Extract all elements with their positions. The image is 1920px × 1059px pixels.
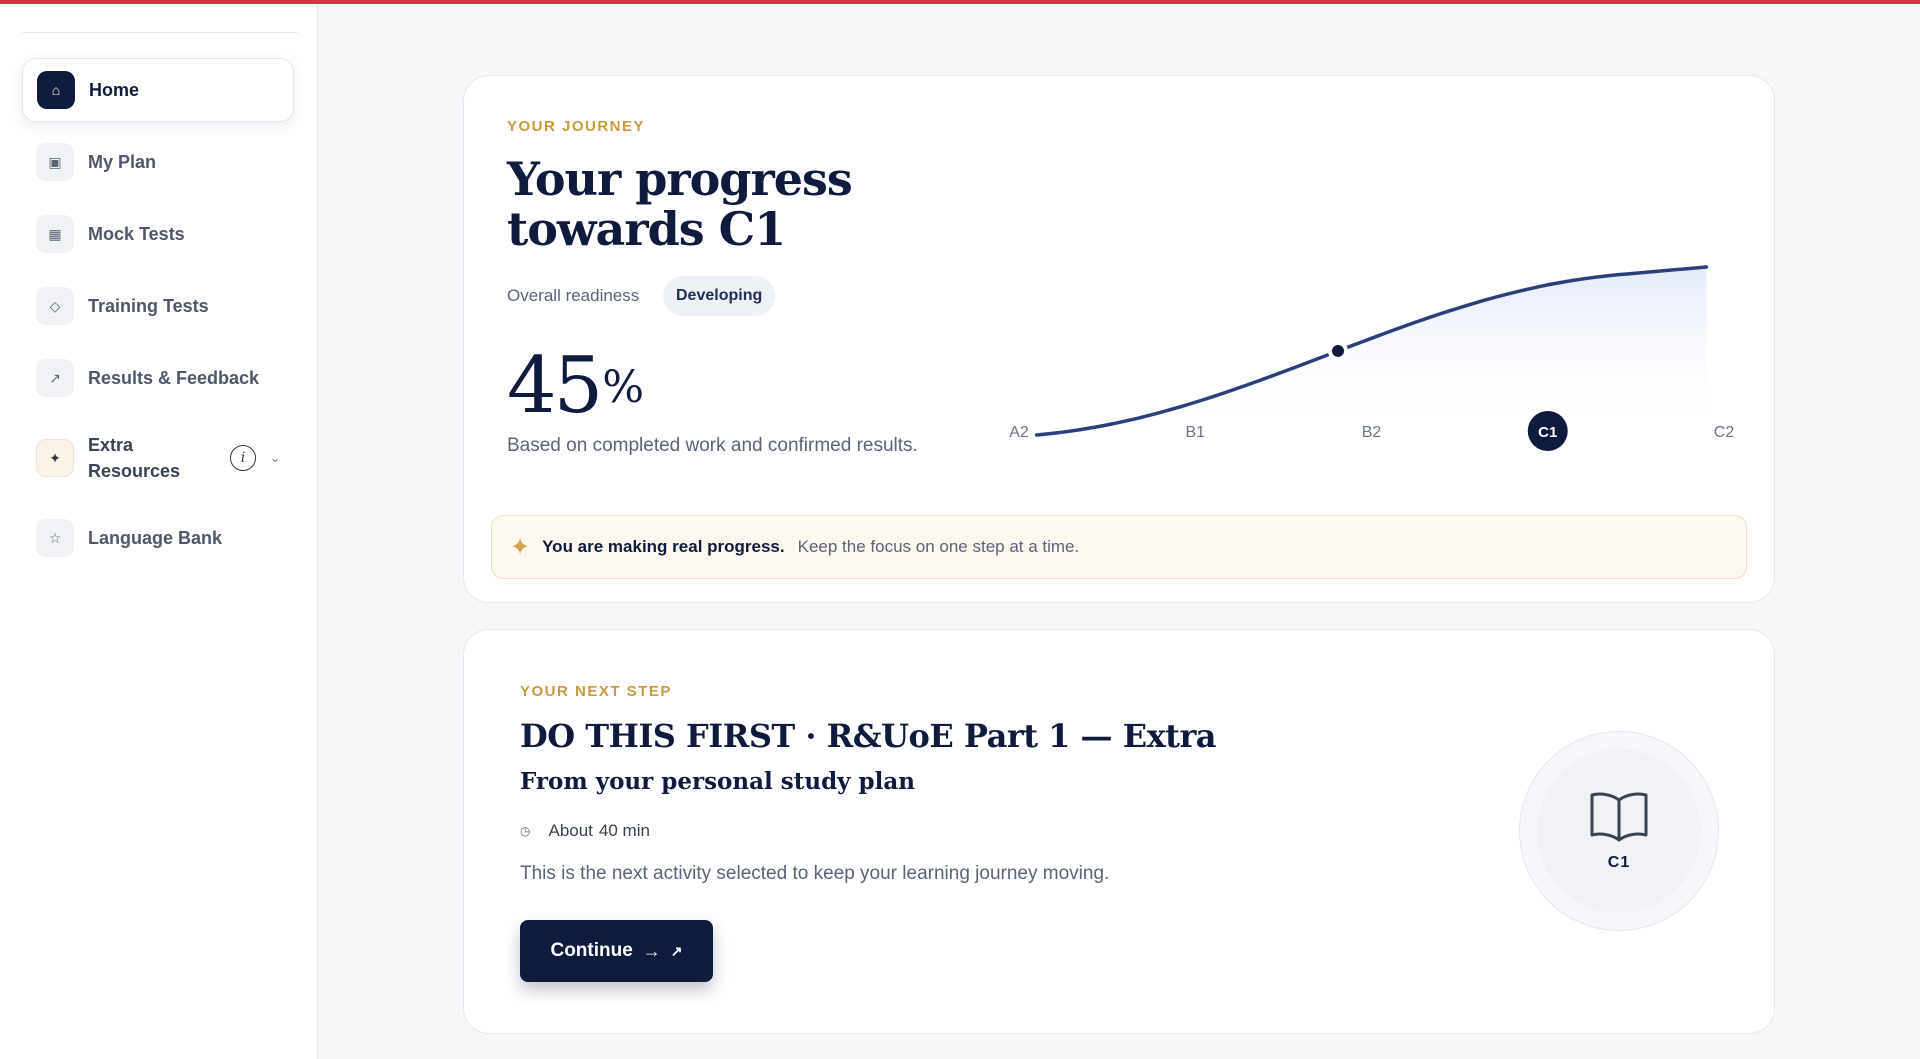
sidebar-item-mock-tests[interactable]: ▦ Mock Tests bbox=[22, 202, 294, 266]
clock-icon: ◷ bbox=[520, 824, 531, 838]
next-step-title: DO THIS FIRST · R&UoE Part 1 — Extra bbox=[520, 717, 1217, 755]
diamond-icon: ◇ bbox=[36, 287, 74, 325]
info-icon[interactable]: i bbox=[229, 445, 256, 471]
sidebar-item-label: Language Bank bbox=[88, 527, 223, 548]
level-badge-label: C1 bbox=[1607, 854, 1631, 871]
sidebar-item-label: Home bbox=[89, 79, 140, 100]
sidebar-item-results-feedback[interactable]: ↗ Results & Feedback bbox=[22, 346, 294, 410]
level-tick-c1: C1 bbox=[1538, 424, 1557, 441]
sidebar-item-label: My Plan bbox=[88, 151, 157, 172]
readiness-label: Overall readiness bbox=[507, 286, 640, 305]
sidebar-item-label: Results & Feedback bbox=[88, 367, 260, 388]
chart-current-marker bbox=[1328, 340, 1349, 361]
journey-eyebrow: YOUR JOURNEY bbox=[507, 118, 646, 135]
sidebar-item-label: Mock Tests bbox=[88, 223, 185, 244]
journey-title: Your progress towards C1 bbox=[507, 152, 853, 256]
plan-icon: ▣ bbox=[36, 143, 74, 181]
percent-sign: % bbox=[602, 362, 645, 413]
level-badge-circle: C1 bbox=[1519, 731, 1719, 931]
sidebar-item-label: Extra Resources bbox=[88, 435, 181, 481]
duration: ◷ About 40 min bbox=[520, 821, 650, 841]
chart-area-fill bbox=[1036, 267, 1707, 436]
sidebar-item-label: Training Tests bbox=[88, 295, 209, 316]
level-tick-b1: B1 bbox=[1185, 424, 1205, 441]
readiness-note: Based on completed work and confirmed re… bbox=[507, 435, 918, 456]
readiness-badge: Developing bbox=[663, 276, 776, 316]
progress-chart: A2 B1 B2 C1 C2 bbox=[1009, 265, 1735, 451]
level-tick-a2: A2 bbox=[1009, 424, 1029, 441]
readiness-percent: 45 % bbox=[507, 344, 644, 428]
banner-strong-text: You are making real progress. bbox=[542, 537, 785, 556]
level-badge-inner: C1 bbox=[1537, 749, 1701, 913]
percent-value: 45 bbox=[507, 341, 603, 431]
continue-button[interactable]: Continue → ↗ bbox=[520, 920, 713, 982]
book-icon bbox=[1590, 792, 1648, 842]
next-step-card: YOUR NEXT STEP DO THIS FIRST · R&UoE Par… bbox=[463, 629, 1775, 1034]
external-link-icon: ↗ bbox=[670, 942, 683, 959]
journey-card: YOUR JOURNEY Your progress towards C1 Ov… bbox=[463, 75, 1775, 603]
sidebar-nav: ⌂ Home ▣ My Plan ▦ Mock Tests ◇ Training… bbox=[22, 58, 294, 578]
sidebar-item-extra-resources[interactable]: ✦ Extra Resources i ⌄ bbox=[22, 418, 294, 498]
level-tick-b2: B2 bbox=[1362, 424, 1382, 441]
duration-label: About bbox=[548, 821, 593, 840]
sidebar-item-training-tests[interactable]: ◇ Training Tests bbox=[22, 274, 294, 338]
star-icon: ☆ bbox=[36, 519, 74, 557]
next-step-description: This is the next activity selected to ke… bbox=[520, 863, 1110, 884]
sidebar-divider bbox=[22, 32, 298, 33]
level-tick-c2: C2 bbox=[1714, 424, 1735, 441]
sparkle-icon: ✦ bbox=[36, 439, 74, 477]
next-step-eyebrow: YOUR NEXT STEP bbox=[520, 683, 672, 700]
sidebar-item-my-plan[interactable]: ▣ My Plan bbox=[22, 130, 294, 194]
sparkle-icon: ✦ bbox=[510, 533, 531, 561]
duration-value: 40 min bbox=[598, 821, 650, 840]
home-icon: ⌂ bbox=[37, 71, 75, 109]
grid-icon: ▦ bbox=[36, 215, 74, 253]
sidebar: ⌂ Home ▣ My Plan ▦ Mock Tests ◇ Training… bbox=[0, 4, 318, 1059]
continue-button-label: Continue bbox=[550, 940, 633, 961]
sidebar-item-language-bank[interactable]: ☆ Language Bank bbox=[22, 506, 294, 570]
next-step-subtitle: From your personal study plan bbox=[520, 768, 915, 795]
arrow-up-right-icon: ↗ bbox=[36, 359, 74, 397]
chevron-down-icon[interactable]: ⌄ bbox=[270, 451, 280, 465]
sidebar-item-home[interactable]: ⌂ Home bbox=[22, 58, 294, 122]
banner-text: Keep the focus on one step at a time. bbox=[797, 537, 1080, 556]
progress-banner: ✦ You are making real progress. Keep the… bbox=[491, 515, 1747, 579]
arrow-right-icon: → bbox=[642, 940, 661, 961]
